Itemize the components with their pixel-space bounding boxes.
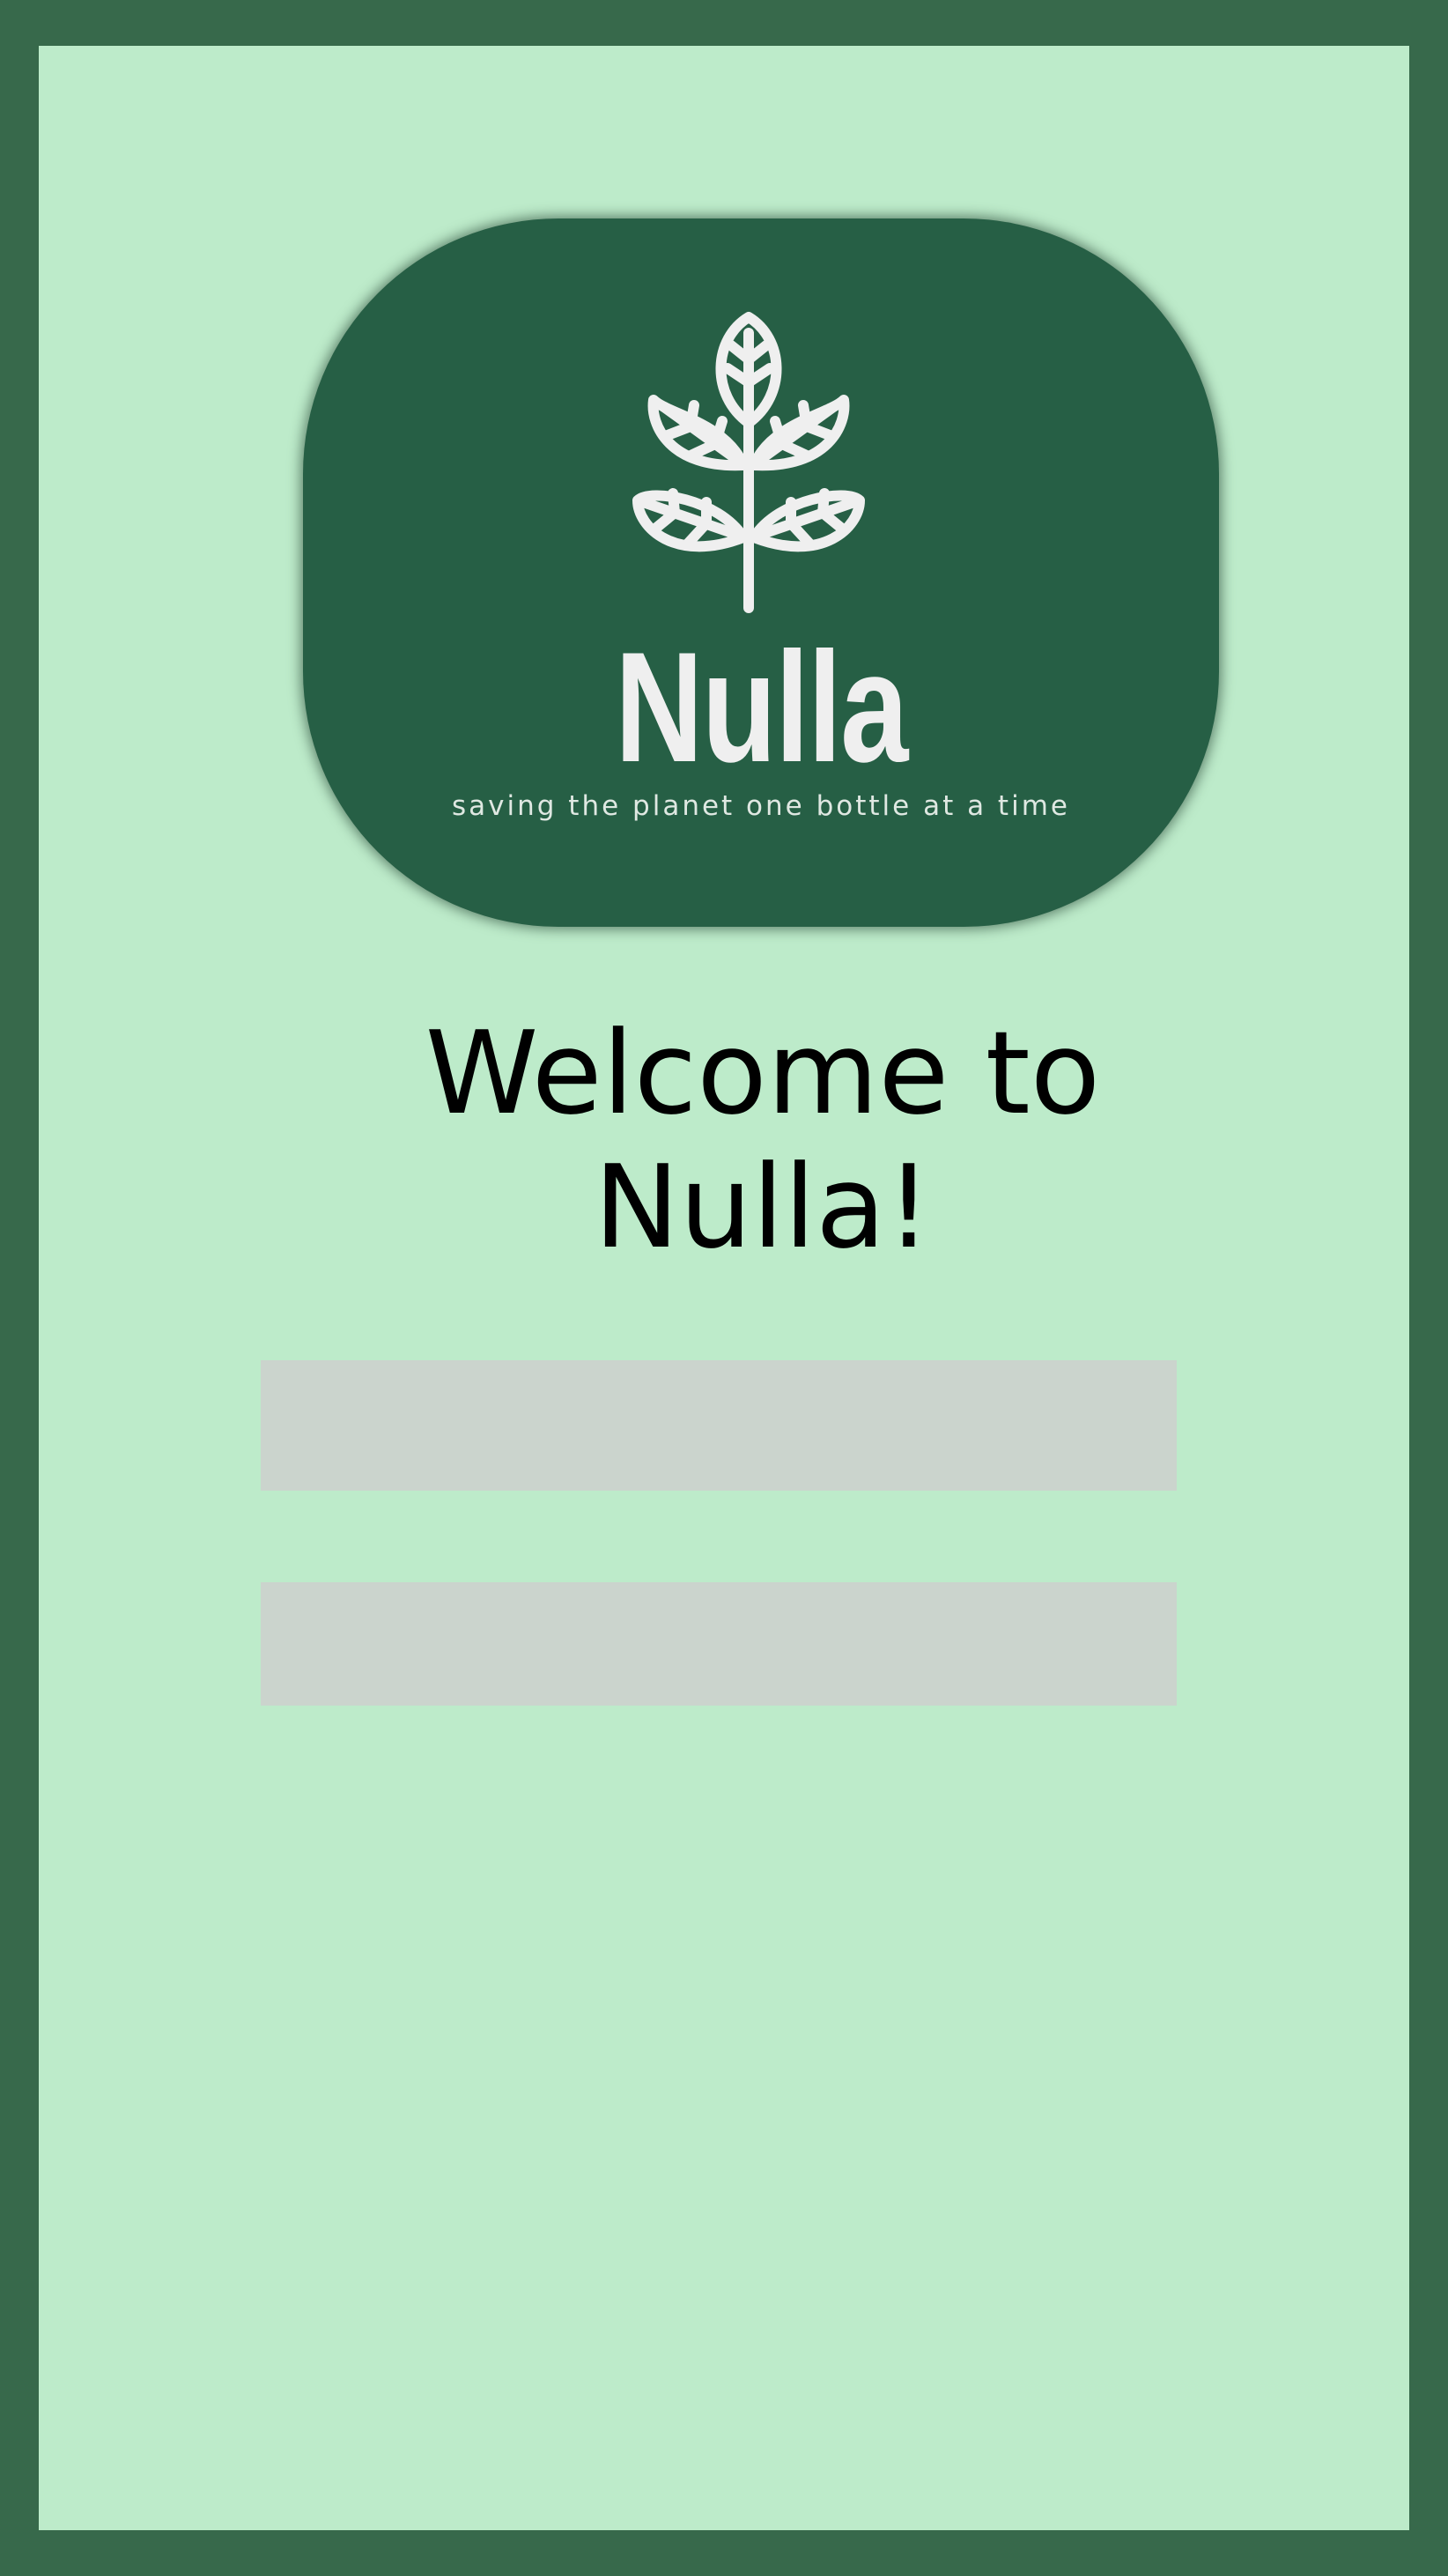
brand-name: Nulla: [615, 619, 908, 795]
brand-tagline: saving the planet one bottle at a time: [452, 790, 1070, 822]
leaf-branch-icon: [632, 312, 865, 613]
app-screen: Nulla saving the planet one bottle at a …: [39, 46, 1409, 2530]
input-field-1[interactable]: [261, 1360, 1177, 1491]
input-field-2[interactable]: [261, 1582, 1177, 1706]
welcome-line-1: Welcome to: [425, 1006, 1101, 1140]
welcome-heading: Welcome to Nulla!: [39, 1006, 1448, 1274]
welcome-line-2: Nulla!: [594, 1140, 932, 1274]
logo-card: Nulla saving the planet one bottle at a …: [303, 218, 1219, 927]
